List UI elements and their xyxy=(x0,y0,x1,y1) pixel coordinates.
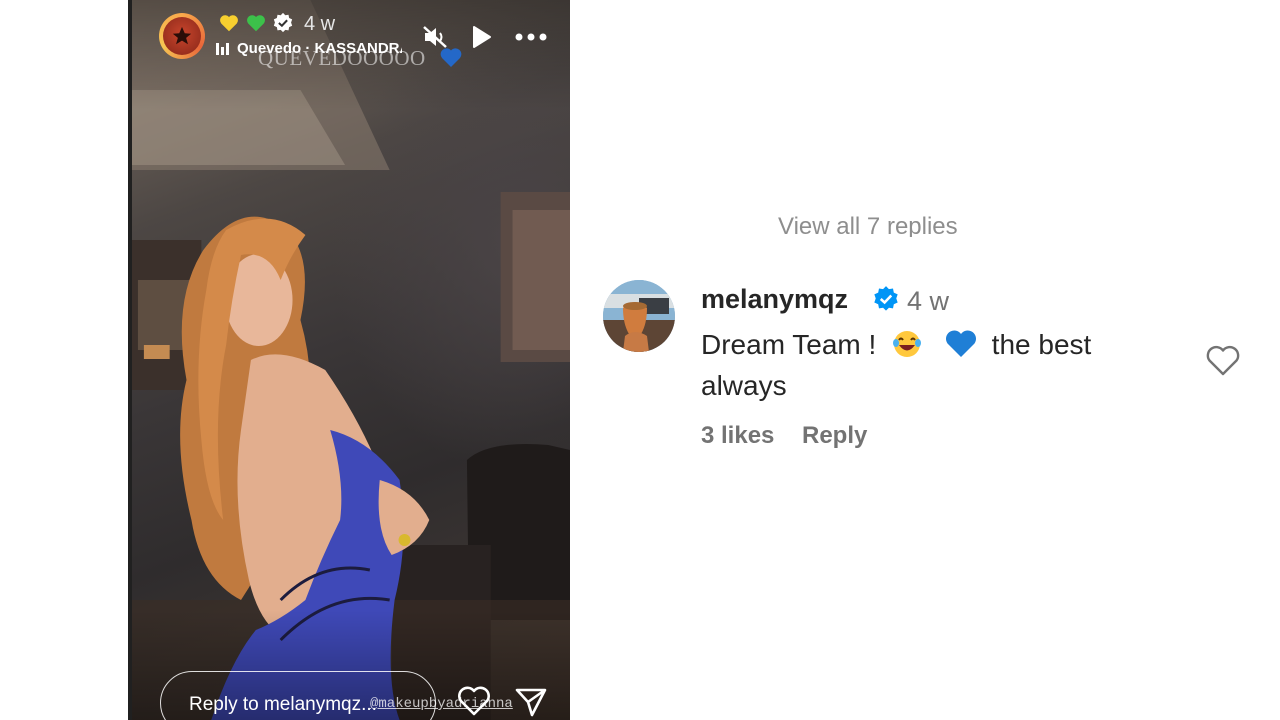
story-emoji-row xyxy=(218,12,294,34)
comment-username[interactable]: melanymqz xyxy=(701,284,848,315)
avatar-image xyxy=(603,280,675,352)
story-avatar[interactable] xyxy=(159,13,205,59)
verified-badge-icon xyxy=(874,286,898,311)
comment-text-part1: Dream Team ! xyxy=(701,329,877,360)
view-replies-link[interactable]: View all 7 replies xyxy=(778,209,958,237)
comment-text: Dream Team ! the best always xyxy=(701,324,1171,406)
music-bars-icon xyxy=(216,42,229,55)
story-time: 4 w xyxy=(304,13,336,35)
send-icon[interactable] xyxy=(514,686,548,718)
screen: 4 w Quevedo · KASSANDRA QUEVEDOOOOO Repl… xyxy=(0,0,1280,720)
verified-icon xyxy=(273,12,293,33)
play-icon[interactable] xyxy=(469,24,493,50)
star-icon xyxy=(172,26,192,45)
comment-time: 4 w xyxy=(907,286,950,316)
more-icon[interactable] xyxy=(514,32,548,42)
comment-avatar[interactable] xyxy=(603,280,675,352)
blue-heart-emoji xyxy=(945,330,976,357)
yellow-heart-emoji xyxy=(220,15,238,32)
comment-like-count[interactable]: 3 likes xyxy=(701,422,774,450)
comment-heart-icon[interactable] xyxy=(1205,345,1241,377)
green-heart-emoji xyxy=(247,15,265,32)
story-overlay-text: QUEVEDOOOOO xyxy=(258,46,426,70)
story-viewer[interactable]: 4 w Quevedo · KASSANDRA QUEVEDOOOOO Repl… xyxy=(128,0,570,720)
heart-icon[interactable] xyxy=(457,686,491,716)
avatar-image xyxy=(163,17,201,55)
laughing-emoji xyxy=(893,331,922,357)
reply-placeholder: Reply to melanymqz... xyxy=(189,694,377,715)
mute-icon[interactable] xyxy=(421,24,449,50)
view-replies-label: View all 7 replies xyxy=(778,213,958,237)
comment-reply-button[interactable]: Reply xyxy=(802,422,867,450)
